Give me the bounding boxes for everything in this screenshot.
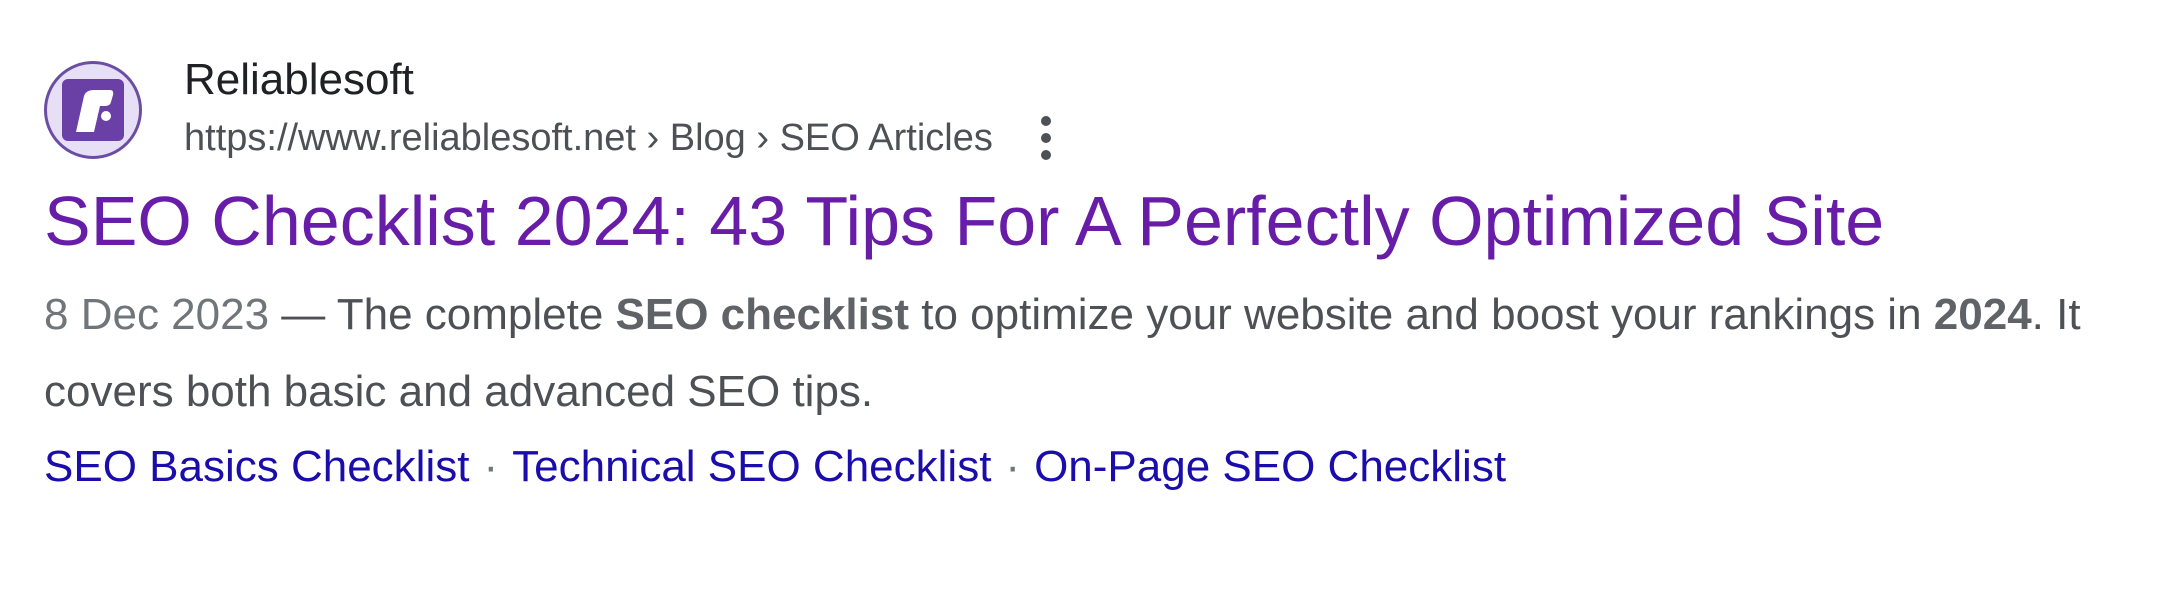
sitelinks: SEO Basics Checklist · Technical SEO Check…	[44, 432, 2144, 502]
sitelink-seo-basics-checklist[interactable]: SEO Basics Checklist	[44, 442, 469, 491]
snippet-dash: —	[269, 290, 337, 339]
snippet-highlight: SEO checklist	[615, 290, 910, 339]
result-snippet: 8 Dec 2023 — The complete SEO checklist …	[44, 276, 2154, 430]
sitelink-on-page-seo-checklist[interactable]: On-Page SEO Checklist	[1034, 442, 1506, 491]
sitelink-separator: ·	[483, 442, 499, 491]
dot	[1040, 150, 1051, 160]
site-info: Reliablesoft https://www.reliablesoft.ne…	[184, 52, 1061, 164]
snippet-text: to optimize your website and boost your …	[909, 290, 1934, 339]
dot	[1040, 133, 1051, 143]
dot	[1040, 116, 1051, 126]
result-source: Reliablesoft https://www.reliablesoft.ne…	[44, 52, 2144, 164]
three-dots-vertical-icon[interactable]	[1031, 116, 1061, 160]
snippet-text: The complete	[336, 290, 616, 339]
sitelink-technical-seo-checklist[interactable]: Technical SEO Checklist	[512, 442, 991, 491]
snippet-date: 8 Dec 2023	[44, 290, 270, 339]
breadcrumb-text: https://www.reliablesoft.net › Blog › SE…	[184, 117, 993, 159]
snippet-highlight: 2024	[1933, 290, 2032, 339]
site-favicon[interactable]	[44, 61, 142, 159]
search-result: Reliablesoft https://www.reliablesoft.ne…	[44, 52, 2144, 502]
url-breadcrumb[interactable]: https://www.reliablesoft.net › Blog › SE…	[184, 112, 1061, 164]
reliablesoft-r-logo	[62, 79, 124, 141]
result-title-link[interactable]: SEO Checklist 2024: 43 Tips For A Perfec…	[44, 180, 2144, 262]
sitelink-separator: ·	[1005, 442, 1021, 491]
site-name[interactable]: Reliablesoft	[184, 52, 1061, 108]
